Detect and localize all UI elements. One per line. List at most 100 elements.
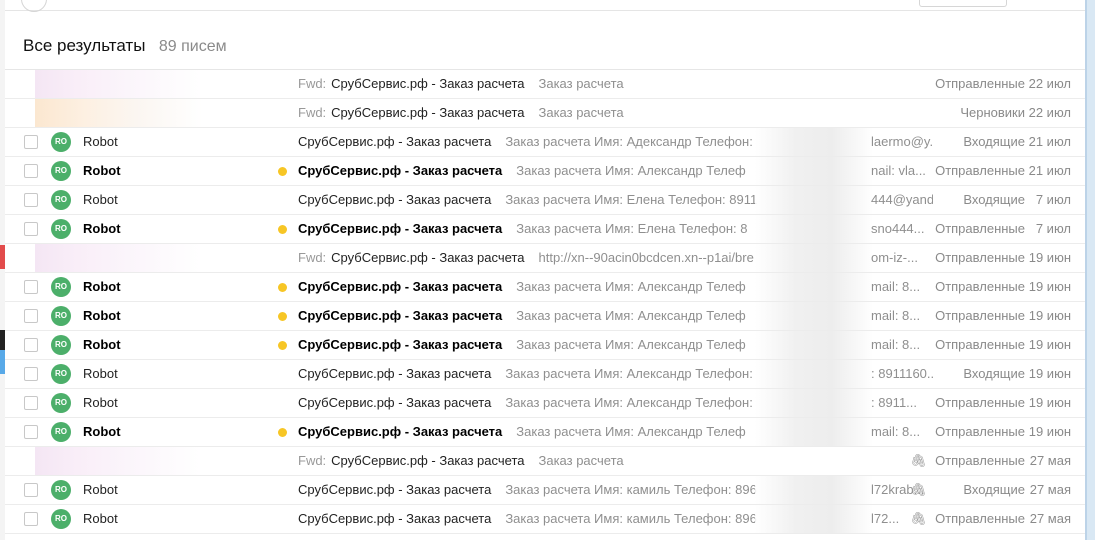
message-checkbox[interactable] xyxy=(24,280,38,294)
message-checkbox[interactable] xyxy=(24,193,38,207)
unread-dot-icon[interactable] xyxy=(278,283,287,292)
message-row[interactable]: RO Robot СрубСервис.рф - Заказ расчета Зака… xyxy=(5,360,1085,389)
message-date: 7 июл xyxy=(1035,192,1071,207)
subject: СрубСервис.рф - Заказ расчета xyxy=(331,250,525,265)
snippet: Заказ расчета xyxy=(538,105,624,120)
toolbar xyxy=(5,0,1085,12)
snippet: Заказ расчета Имя: Елена Телефон: 8 xyxy=(516,221,748,236)
message-checkbox[interactable] xyxy=(24,512,38,526)
select-all-button[interactable] xyxy=(21,0,47,12)
unread-dot-icon[interactable] xyxy=(278,167,287,176)
paperclip-icon[interactable]: 🖇 xyxy=(910,476,927,504)
sender-name: Robot xyxy=(83,395,118,410)
message-checkbox[interactable] xyxy=(24,309,38,323)
snippet: Заказ расчета Имя: Адександр Телефон: xyxy=(505,134,753,149)
paperclip-icon[interactable]: 🖇 xyxy=(910,505,927,533)
message-row[interactable]: RO Robot СрубСервис.рф - Заказ расчета Зака… xyxy=(5,302,1085,331)
message-checkbox[interactable] xyxy=(24,222,38,236)
unread-dot-icon[interactable] xyxy=(278,225,287,234)
subject: СрубСервис.рф - Заказ расчета xyxy=(298,221,503,236)
redacted-text xyxy=(755,331,873,359)
avatar: RO xyxy=(51,190,71,210)
unread-dot-icon[interactable] xyxy=(278,428,287,437)
folder-label: Отправленные xyxy=(935,511,1025,526)
subject: СрубСервис.рф - Заказ расчета xyxy=(298,395,492,410)
message-row[interactable]: Fwd: СрубСервис.рф - Заказ расчета Заказ р… xyxy=(5,70,1085,99)
message-row[interactable]: Fwd: СрубСервис.рф - Заказ расчета http://… xyxy=(5,244,1085,273)
fwd-prefix: Fwd: xyxy=(298,76,327,91)
message-date: 19 июн xyxy=(1028,250,1071,265)
message-row[interactable]: RO Robot СрубСервис.рф - Заказ расчета Зака… xyxy=(5,215,1085,244)
fwd-prefix: Fwd: xyxy=(298,453,327,468)
message-row[interactable]: RO Robot СрубСервис.рф - Заказ расчета Зака… xyxy=(5,157,1085,186)
snippet-tail: : 8911160... xyxy=(871,366,933,381)
subject: СрубСервис.рф - Заказ расчета xyxy=(298,511,492,526)
message-checkbox[interactable] xyxy=(24,396,38,410)
message-row[interactable]: RO Robot СрубСервис.рф - Заказ расчета Зака… xyxy=(5,331,1085,360)
avatar: RO xyxy=(51,132,71,152)
redacted-text xyxy=(755,157,873,185)
toolbar-dropdown-button[interactable] xyxy=(919,0,1007,7)
sender-name: Robot xyxy=(83,279,121,294)
snippet-tail: 444@yand... xyxy=(871,192,933,207)
message-date: 27 мая xyxy=(1029,511,1071,526)
message-row[interactable]: RO Robot СрубСервис.рф - Заказ расчета Зака… xyxy=(5,128,1085,157)
message-list: Fwd: СрубСервис.рф - Заказ расчета Заказ р… xyxy=(5,69,1085,534)
subject: СрубСервис.рф - Заказ расчета xyxy=(298,134,492,149)
snippet: Заказ расчета Имя: Александр Телеф xyxy=(516,337,746,352)
snippet: Заказ расчета Имя: Елена Телефон: 8911 xyxy=(505,192,758,207)
redacted-text xyxy=(755,215,873,243)
snippet: Заказ расчета Имя: Александр Телефон: xyxy=(505,395,753,410)
snippet: Заказ расчета Имя: Александр Телефон: xyxy=(505,366,753,381)
avatar: RO xyxy=(51,480,71,500)
sender-name: Robot xyxy=(83,511,118,526)
sender-name: Robot xyxy=(83,163,121,178)
sender-name: Robot xyxy=(83,192,118,207)
folder-label: Входящие xyxy=(963,192,1025,207)
subject: СрубСервис.рф - Заказ расчета xyxy=(331,453,525,468)
message-checkbox[interactable] xyxy=(24,483,38,497)
message-date: 27 мая xyxy=(1029,453,1071,468)
avatar: RO xyxy=(51,161,71,181)
message-checkbox[interactable] xyxy=(24,425,38,439)
folder-label: Входящие xyxy=(963,482,1025,497)
unread-dot-icon[interactable] xyxy=(278,312,287,321)
message-checkbox[interactable] xyxy=(24,135,38,149)
redacted-text xyxy=(755,476,873,504)
message-checkbox[interactable] xyxy=(24,338,38,352)
message-row[interactable]: Fwd: СрубСервис.рф - Заказ расчета Заказ р… xyxy=(5,447,1085,476)
message-row[interactable]: RO Robot СрубСервис.рф - Заказ расчета Зака… xyxy=(5,389,1085,418)
snippet-tail: : 8911... xyxy=(871,395,918,410)
subject: СрубСервис.рф - Заказ расчета xyxy=(298,366,492,381)
message-row[interactable]: RO Robot СрубСервис.рф - Заказ расчета Зака… xyxy=(5,505,1085,534)
message-checkbox[interactable] xyxy=(24,164,38,178)
message-row[interactable]: RO Robot СрубСервис.рф - Заказ расчета Зака… xyxy=(5,273,1085,302)
subject: СрубСервис.рф - Заказ расчета xyxy=(298,424,503,439)
message-row[interactable]: Fwd: СрубСервис.рф - Заказ расчета Заказ р… xyxy=(5,99,1085,128)
folder-label: Отправленные xyxy=(935,395,1025,410)
snippet-tail: mail: 8... xyxy=(871,279,921,294)
paperclip-icon[interactable]: 🖇 xyxy=(910,447,927,475)
message-row[interactable]: RO Robot СрубСервис.рф - Заказ расчета Зака… xyxy=(5,418,1085,447)
message-date: 19 июн xyxy=(1028,424,1071,439)
unread-dot-icon[interactable] xyxy=(278,341,287,350)
fwd-prefix: Fwd: xyxy=(298,250,327,265)
folder-label: Отправленные xyxy=(935,308,1025,323)
redacted-sender xyxy=(35,447,203,475)
message-checkbox[interactable] xyxy=(24,367,38,381)
folder-label: Отправленные xyxy=(935,250,1025,265)
sender-name: Robot xyxy=(83,424,121,439)
message-date: 7 июл xyxy=(1035,221,1071,236)
scrollbar[interactable] xyxy=(1085,0,1095,540)
message-row[interactable]: RO Robot СрубСервис.рф - Заказ расчета Зака… xyxy=(5,186,1085,215)
redacted-text xyxy=(755,389,873,417)
mail-search-panel: Все результаты 89 писем Fwd: СрубСервис.р… xyxy=(5,0,1085,540)
avatar: RO xyxy=(51,277,71,297)
message-row[interactable]: RO Robot СрубСервис.рф - Заказ расчета Зака… xyxy=(5,476,1085,505)
folder-label: Входящие xyxy=(963,366,1025,381)
message-date: 21 июл xyxy=(1028,163,1071,178)
folder-label: Отправленные xyxy=(935,221,1025,236)
avatar: RO xyxy=(51,509,71,529)
redacted-text xyxy=(755,505,873,533)
snippet: Заказ расчета Имя: камиль Телефон: 896 xyxy=(505,511,757,526)
